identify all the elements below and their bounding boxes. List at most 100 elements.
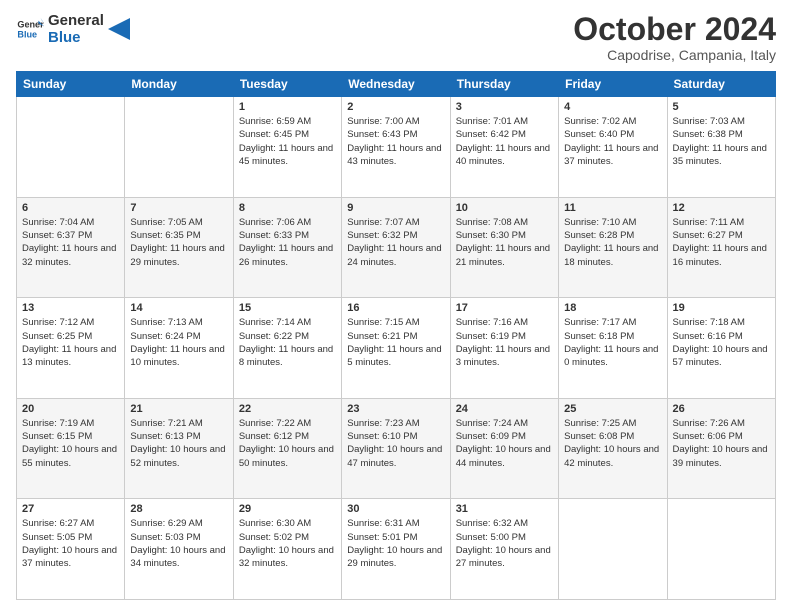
day-info: Sunrise: 7:03 AMSunset: 6:38 PMDaylight:… [673, 115, 770, 168]
logo: General Blue General Blue [16, 12, 130, 47]
day-info: Sunrise: 7:11 AMSunset: 6:27 PMDaylight:… [673, 216, 770, 269]
calendar-cell [17, 97, 125, 198]
day-number: 21 [130, 403, 227, 415]
day-number: 8 [239, 202, 336, 214]
day-number: 30 [347, 503, 444, 515]
day-info: Sunrise: 7:02 AMSunset: 6:40 PMDaylight:… [564, 115, 661, 168]
day-info: Sunrise: 7:25 AMSunset: 6:08 PMDaylight:… [564, 417, 661, 470]
day-number: 3 [456, 101, 553, 113]
calendar-cell: 15 Sunrise: 7:14 AMSunset: 6:22 PMDayligh… [233, 298, 341, 399]
calendar-cell: 19Sunrise: 7:18 AMSunset: 6:16 PMDayligh… [667, 298, 775, 399]
calendar-cell: 28Sunrise: 6:29 AMSunset: 5:03 PMDayligh… [125, 499, 233, 600]
calendar-cell: 7 Sunrise: 7:05 AMSunset: 6:35 PMDaylight… [125, 197, 233, 298]
calendar-week-4: 20Sunrise: 7:19 AMSunset: 6:15 PMDayligh… [17, 398, 776, 499]
day-number: 1 [239, 101, 336, 113]
day-number: 11 [564, 202, 661, 214]
day-number: 29 [239, 503, 336, 515]
day-number: 15 [239, 302, 336, 314]
calendar-cell: 14Sunrise: 7:13 AMSunset: 6:24 PMDayligh… [125, 298, 233, 399]
calendar-cell: 25 Sunrise: 7:25 AMSunset: 6:08 PMDayligh… [559, 398, 667, 499]
day-number: 23 [347, 403, 444, 415]
calendar-cell: 2 Sunrise: 7:00 AMSunset: 6:43 PMDaylight… [342, 97, 450, 198]
day-number: 18 [564, 302, 661, 314]
calendar-cell: 5 Sunrise: 7:03 AMSunset: 6:38 PMDaylight… [667, 97, 775, 198]
calendar-cell: 12 Sunrise: 7:11 AMSunset: 6:27 PMDayligh… [667, 197, 775, 298]
svg-text:General: General [17, 20, 44, 30]
calendar-cell: 27 Sunrise: 6:27 AMSunset: 5:05 PMDayligh… [17, 499, 125, 600]
calendar-week-1: 1 Sunrise: 6:59 AMSunset: 6:45 PMDaylight… [17, 97, 776, 198]
calendar-cell: 11Sunrise: 7:10 AMSunset: 6:28 PMDayligh… [559, 197, 667, 298]
day-info: Sunrise: 7:00 AMSunset: 6:43 PMDaylight:… [347, 115, 444, 168]
svg-text:Blue: Blue [17, 30, 37, 40]
day-info: Sunrise: 6:31 AMSunset: 5:01 PMDaylight:… [347, 517, 444, 570]
day-number: 24 [456, 403, 553, 415]
weekday-header-tuesday: Tuesday [233, 72, 341, 97]
day-info: Sunrise: 7:14 AMSunset: 6:22 PMDaylight:… [239, 316, 336, 369]
logo-blue: Blue [48, 29, 104, 46]
day-info: Sunrise: 6:32 AMSunset: 5:00 PMDaylight:… [456, 517, 553, 570]
day-info: Sunrise: 7:22 AMSunset: 6:12 PMDaylight:… [239, 417, 336, 470]
day-info: Sunrise: 7:21 AMSunset: 6:13 PMDaylight:… [130, 417, 227, 470]
calendar-cell: 24 Sunrise: 7:24 AMSunset: 6:09 PMDayligh… [450, 398, 558, 499]
calendar-week-5: 27 Sunrise: 6:27 AMSunset: 5:05 PMDayligh… [17, 499, 776, 600]
day-info: Sunrise: 7:16 AMSunset: 6:19 PMDaylight:… [456, 316, 553, 369]
day-number: 12 [673, 202, 770, 214]
day-info: Sunrise: 7:04 AMSunset: 6:37 PMDaylight:… [22, 216, 119, 269]
calendar-cell: 17 Sunrise: 7:16 AMSunset: 6:19 PMDayligh… [450, 298, 558, 399]
day-info: Sunrise: 7:17 AMSunset: 6:18 PMDaylight:… [564, 316, 661, 369]
day-number: 19 [673, 302, 770, 314]
title-block: October 2024 Capodrise, Campania, Italy [573, 12, 776, 63]
weekday-header-wednesday: Wednesday [342, 72, 450, 97]
day-number: 26 [673, 403, 770, 415]
calendar-cell: 13Sunrise: 7:12 AMSunset: 6:25 PMDayligh… [17, 298, 125, 399]
day-number: 4 [564, 101, 661, 113]
calendar-cell: 30 Sunrise: 6:31 AMSunset: 5:01 PMDayligh… [342, 499, 450, 600]
day-number: 31 [456, 503, 553, 515]
day-number: 5 [673, 101, 770, 113]
day-number: 9 [347, 202, 444, 214]
calendar-cell: 20Sunrise: 7:19 AMSunset: 6:15 PMDayligh… [17, 398, 125, 499]
calendar-cell: 26 Sunrise: 7:26 AMSunset: 6:06 PMDayligh… [667, 398, 775, 499]
weekday-header-saturday: Saturday [667, 72, 775, 97]
weekday-header-monday: Monday [125, 72, 233, 97]
calendar-cell: 23 Sunrise: 7:23 AMSunset: 6:10 PMDayligh… [342, 398, 450, 499]
day-number: 7 [130, 202, 227, 214]
day-info: Sunrise: 7:23 AMSunset: 6:10 PMDaylight:… [347, 417, 444, 470]
day-info: Sunrise: 7:06 AMSunset: 6:33 PMDaylight:… [239, 216, 336, 269]
weekday-header-friday: Friday [559, 72, 667, 97]
day-number: 2 [347, 101, 444, 113]
calendar-cell: 22Sunrise: 7:22 AMSunset: 6:12 PMDayligh… [233, 398, 341, 499]
day-number: 17 [456, 302, 553, 314]
calendar-cell: 3 Sunrise: 7:01 AMSunset: 6:42 PMDaylight… [450, 97, 558, 198]
day-info: Sunrise: 7:26 AMSunset: 6:06 PMDaylight:… [673, 417, 770, 470]
calendar-table: SundayMondayTuesdayWednesdayThursdayFrid… [16, 71, 776, 600]
page-header: General Blue General Blue October 2024 C… [16, 12, 776, 63]
calendar-cell: 1 Sunrise: 6:59 AMSunset: 6:45 PMDaylight… [233, 97, 341, 198]
day-info: Sunrise: 7:01 AMSunset: 6:42 PMDaylight:… [456, 115, 553, 168]
day-info: Sunrise: 6:29 AMSunset: 5:03 PMDaylight:… [130, 517, 227, 570]
calendar-cell: 10 Sunrise: 7:08 AMSunset: 6:30 PMDayligh… [450, 197, 558, 298]
day-info: Sunrise: 6:30 AMSunset: 5:02 PMDaylight:… [239, 517, 336, 570]
day-info: Sunrise: 7:05 AMSunset: 6:35 PMDaylight:… [130, 216, 227, 269]
day-info: Sunrise: 6:27 AMSunset: 5:05 PMDaylight:… [22, 517, 119, 570]
calendar-cell [667, 499, 775, 600]
logo-arrow-icon [108, 18, 130, 40]
day-info: Sunrise: 6:59 AMSunset: 6:45 PMDaylight:… [239, 115, 336, 168]
weekday-header-sunday: Sunday [17, 72, 125, 97]
day-number: 25 [564, 403, 661, 415]
day-info: Sunrise: 7:12 AMSunset: 6:25 PMDaylight:… [22, 316, 119, 369]
day-info: Sunrise: 7:24 AMSunset: 6:09 PMDaylight:… [456, 417, 553, 470]
calendar-cell: 9 Sunrise: 7:07 AMSunset: 6:32 PMDaylight… [342, 197, 450, 298]
calendar-cell [125, 97, 233, 198]
logo-icon: General Blue [16, 15, 44, 43]
day-number: 10 [456, 202, 553, 214]
day-info: Sunrise: 7:07 AMSunset: 6:32 PMDaylight:… [347, 216, 444, 269]
day-number: 27 [22, 503, 119, 515]
calendar-cell: 29 Sunrise: 6:30 AMSunset: 5:02 PMDayligh… [233, 499, 341, 600]
day-number: 6 [22, 202, 119, 214]
calendar-cell: 4 Sunrise: 7:02 AMSunset: 6:40 PMDaylight… [559, 97, 667, 198]
month-title: October 2024 [573, 12, 776, 47]
calendar-week-2: 6 Sunrise: 7:04 AMSunset: 6:37 PMDaylight… [17, 197, 776, 298]
day-info: Sunrise: 7:08 AMSunset: 6:30 PMDaylight:… [456, 216, 553, 269]
day-number: 16 [347, 302, 444, 314]
